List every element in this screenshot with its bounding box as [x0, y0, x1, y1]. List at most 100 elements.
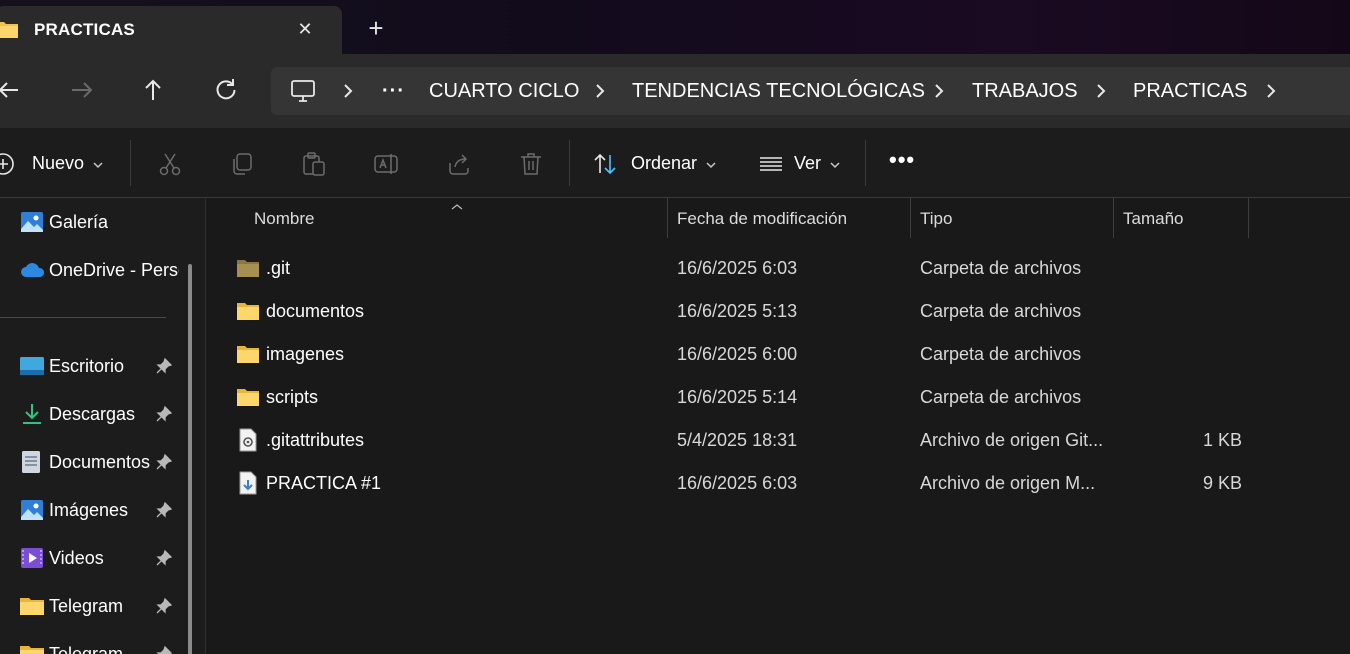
column-header-modified[interactable]: Fecha de modificación: [677, 198, 847, 240]
column-divider[interactable]: [910, 198, 911, 238]
column-header-size[interactable]: Tamaño: [1123, 198, 1183, 240]
arrow-left-icon[interactable]: [0, 76, 24, 104]
more-options-button[interactable]: •••: [889, 147, 915, 173]
column-divider[interactable]: [667, 198, 668, 238]
file-modified: 5/4/2025 18:31: [677, 430, 798, 450]
pin-icon[interactable]: [156, 549, 173, 566]
share-icon[interactable]: [446, 151, 472, 177]
file-name: documentos: [266, 301, 365, 321]
sidebar-item-telegram[interactable]: Telegram: [0, 634, 190, 654]
tab-practicas[interactable]: PRACTICAS ✕: [0, 6, 342, 54]
title-bar: PRACTICAS ✕ +: [0, 0, 1350, 54]
folder-dim-icon: [236, 256, 260, 280]
this-pc-icon[interactable]: [291, 79, 315, 103]
folder-icon: [20, 595, 44, 617]
column-divider[interactable]: [1113, 198, 1114, 238]
delete-icon[interactable]: [518, 151, 544, 177]
file-row[interactable]: scripts 16/6/2025 5:14 Carpeta de archiv…: [206, 376, 1350, 419]
refresh-icon[interactable]: [212, 76, 240, 104]
rename-icon[interactable]: [373, 151, 399, 177]
close-tab-icon[interactable]: ✕: [294, 18, 316, 40]
file-type: Archivo de origen Git...: [920, 430, 1104, 450]
sidebar-item-label: Imágenes: [49, 500, 129, 520]
folder-icon: [236, 342, 260, 366]
pictures-icon: [20, 499, 44, 521]
sidebar-item-telegram[interactable]: Telegram: [0, 586, 190, 626]
new-button[interactable]: Nuevo: [0, 128, 114, 198]
column-header-name[interactable]: Nombre: [254, 198, 314, 240]
sidebar-item-onedrive[interactable]: OneDrive - Perso: [0, 250, 190, 290]
chevron-right-icon[interactable]: [341, 67, 359, 115]
download-icon: [20, 403, 44, 425]
documents-icon: [20, 451, 44, 473]
address-bar[interactable]: ··· CUARTO CICLO TENDENCIAS TECNOLÓGICAS…: [271, 67, 1350, 115]
sidebar-item-descargas[interactable]: Descargas: [0, 394, 190, 434]
sidebar-item-documentos[interactable]: Documentos: [0, 442, 190, 482]
file-row[interactable]: PRACTICA #1 16/6/2025 6:03 Archivo de or…: [206, 462, 1350, 505]
file-name: .git: [266, 258, 291, 278]
sidebar-item-videos[interactable]: Videos: [0, 538, 190, 578]
sort-button[interactable]: Ordenar: [592, 128, 720, 198]
file-row[interactable]: imagenes 16/6/2025 6:00 Carpeta de archi…: [206, 333, 1350, 376]
file-type: Carpeta de archivos: [920, 301, 1082, 321]
pin-icon[interactable]: [156, 501, 173, 518]
file-size: 1 KB: [1203, 430, 1243, 450]
pin-icon[interactable]: [156, 597, 173, 614]
breadcrumb-overflow-button[interactable]: ···: [382, 67, 405, 115]
chevron-down-icon: [705, 157, 717, 175]
file-modified: 16/6/2025 6:03: [677, 258, 798, 278]
sidebar-item-galeria[interactable]: Galería: [0, 202, 190, 242]
paste-icon[interactable]: [301, 151, 327, 177]
breadcrumb-practicas[interactable]: PRACTICAS: [1133, 67, 1247, 115]
file-type: Archivo de origen M...: [920, 473, 1096, 493]
cut-icon[interactable]: [157, 151, 183, 177]
sidebar-item-label: Telegram: [49, 596, 124, 616]
pin-icon[interactable]: [156, 357, 173, 374]
file-row[interactable]: .git 16/6/2025 6:03 Carpeta de archivos: [206, 247, 1350, 290]
view-button[interactable]: Ver: [758, 128, 848, 198]
breadcrumb-cuarto-ciclo[interactable]: CUARTO CICLO: [429, 67, 579, 115]
sidebar-item-escritorio[interactable]: Escritorio: [0, 346, 190, 386]
chevron-right-icon[interactable]: [1264, 67, 1282, 115]
file-row[interactable]: documentos 16/6/2025 5:13 Carpeta de arc…: [206, 290, 1350, 333]
sidebar-item-label: OneDrive - Perso: [49, 260, 179, 280]
chevron-right-icon[interactable]: [932, 67, 950, 115]
view-label: Ver: [794, 153, 822, 173]
column-header-type[interactable]: Tipo: [920, 198, 952, 240]
copy-icon[interactable]: [229, 151, 255, 177]
file-type: Carpeta de archivos: [920, 258, 1082, 278]
file-row[interactable]: .gitattributes 5/4/2025 18:31 Archivo de…: [206, 419, 1350, 462]
command-bar: Nuevo Ordenar Ver •••: [0, 128, 1350, 198]
new-tab-button[interactable]: +: [364, 15, 388, 41]
videos-icon: [20, 547, 44, 569]
column-divider[interactable]: [1248, 198, 1249, 238]
toolbar-divider: [865, 140, 866, 186]
arrow-up-icon[interactable]: [139, 76, 167, 104]
sidebar-scrollbar[interactable]: [188, 264, 192, 654]
breadcrumb-trabajos[interactable]: TRABAJOS: [972, 67, 1078, 115]
pin-icon[interactable]: [156, 405, 173, 422]
file-type: Carpeta de archivos: [920, 387, 1082, 407]
file-list: Nombre Fecha de modificación Tipo Tamaño…: [206, 198, 1350, 654]
pin-icon[interactable]: [156, 453, 173, 470]
chevron-right-icon[interactable]: [593, 67, 611, 115]
sidebar-divider: [0, 317, 166, 318]
pin-icon[interactable]: [156, 645, 173, 654]
desktop-icon: [20, 355, 44, 377]
settings-file-icon: [236, 428, 260, 452]
view-list-icon: [758, 151, 784, 177]
toolbar-divider: [130, 140, 131, 186]
chevron-right-icon[interactable]: [1094, 67, 1112, 115]
toolbar-divider: [569, 140, 570, 186]
file-modified: 16/6/2025 5:14: [677, 387, 798, 407]
breadcrumb-tendencias[interactable]: TENDENCIAS TECNOLÓGICAS: [632, 67, 925, 115]
sidebar-item-imagenes[interactable]: Imágenes: [0, 490, 190, 530]
new-label: Nuevo: [32, 153, 85, 173]
file-type: Carpeta de archivos: [920, 344, 1082, 364]
file-name: imagenes: [266, 344, 345, 364]
sidebar-item-label: Telegram: [49, 644, 124, 654]
file-name: scripts: [266, 387, 319, 407]
arrow-right-icon[interactable]: [68, 76, 96, 104]
file-size: 9 KB: [1203, 473, 1243, 493]
file-modified: 16/6/2025 6:03: [677, 473, 798, 493]
